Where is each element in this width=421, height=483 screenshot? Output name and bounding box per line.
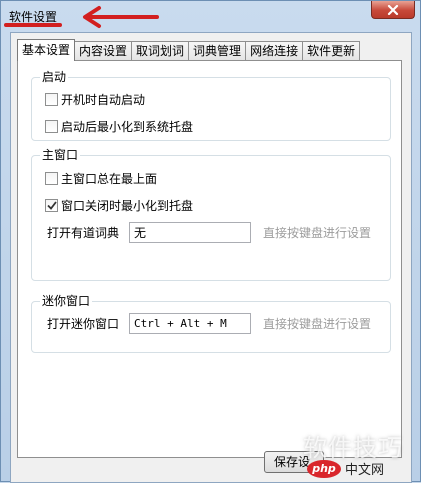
open-dictionary-hotkey-row: 打开有道词典 直接按键盘进行设置 [47, 222, 371, 243]
auto-start-checkbox[interactable] [45, 93, 58, 106]
always-on-top-checkbox[interactable] [45, 172, 58, 185]
php-logo-icon: php [307, 459, 341, 478]
close-icon [387, 4, 399, 15]
tab-network[interactable]: 网络连接 [245, 41, 304, 61]
window-client-area: 基本设置 内容设置 取词划词 词典管理 网络连接 软件更新 启动 开机时自动启动… [10, 32, 412, 483]
annotation-underline [4, 23, 62, 27]
main-window-group-label: 主窗口 [40, 148, 81, 162]
open-mini-window-hotkey-label: 打开迷你窗口 [47, 317, 120, 331]
always-on-top-label: 主窗口总在最上面 [61, 172, 158, 186]
always-on-top-checkbox-row[interactable]: 主窗口总在最上面 [45, 170, 157, 187]
main-window-group: 主窗口 主窗口总在最上面 窗口关闭时最小化到托盘 打开有道词典 无 直接按键盘进… [31, 148, 391, 281]
close-to-tray-label: 窗口关闭时最小化到托盘 [61, 199, 194, 213]
settings-window: 软件设置 基本设置 内容设置 取词划词 词典管理 网络连接 软件更新 启动 开机… [0, 0, 421, 483]
close-to-tray-checkbox-row[interactable]: 窗口关闭时最小化到托盘 [45, 197, 193, 214]
tab-strip: 基本设置 内容设置 取词划词 词典管理 网络连接 软件更新 [17, 39, 361, 61]
startup-group-label: 启动 [40, 70, 69, 84]
open-dictionary-hotkey-hint: 直接按键盘进行设置 [263, 226, 372, 240]
mini-window-group: 迷你窗口 打开迷你窗口 直接按键盘进行设置 [31, 294, 391, 353]
open-dictionary-hotkey-input[interactable] [129, 222, 251, 243]
minimize-to-tray-checkbox[interactable] [45, 120, 58, 133]
tab-content-settings[interactable]: 内容设置 [74, 41, 133, 61]
startup-group: 启动 开机时自动启动 启动后最小化到系统托盘 [31, 70, 391, 141]
open-mini-window-hotkey-input[interactable] [129, 313, 251, 334]
close-button[interactable] [371, 1, 415, 19]
tab-basic-settings[interactable]: 基本设置 [17, 39, 76, 61]
tab-word-capture[interactable]: 取词划词 [131, 41, 190, 61]
mini-window-group-label: 迷你窗口 [40, 294, 93, 308]
basic-settings-panel: 启动 开机时自动启动 启动后最小化到系统托盘 主窗口 主窗口总在最上面 窗口关闭… [17, 60, 402, 458]
auto-start-checkbox-row[interactable]: 开机时自动启动 [45, 91, 145, 108]
open-mini-window-hotkey-hint: 直接按键盘进行设置 [263, 317, 372, 331]
brand-name: 中文网 [345, 463, 385, 478]
tab-software-update[interactable]: 软件更新 [302, 41, 361, 61]
auto-start-label: 开机时自动启动 [61, 93, 146, 107]
minimize-to-tray-label: 启动后最小化到系统托盘 [61, 120, 194, 134]
checkmark-icon [46, 201, 57, 210]
site-brand: php 中文网 [307, 459, 384, 478]
watermark-text: 软件技巧 [303, 434, 403, 462]
title-bar[interactable]: 软件设置 [1, 1, 421, 31]
open-dictionary-hotkey-label: 打开有道词典 [47, 226, 120, 240]
tab-dictionary-management[interactable]: 词典管理 [188, 41, 247, 61]
close-to-tray-checkbox[interactable] [45, 199, 58, 212]
open-mini-window-hotkey-row: 打开迷你窗口 直接按键盘进行设置 [47, 313, 371, 334]
annotation-arrow-icon [83, 6, 159, 28]
minimize-to-tray-checkbox-row[interactable]: 启动后最小化到系统托盘 [45, 118, 193, 135]
